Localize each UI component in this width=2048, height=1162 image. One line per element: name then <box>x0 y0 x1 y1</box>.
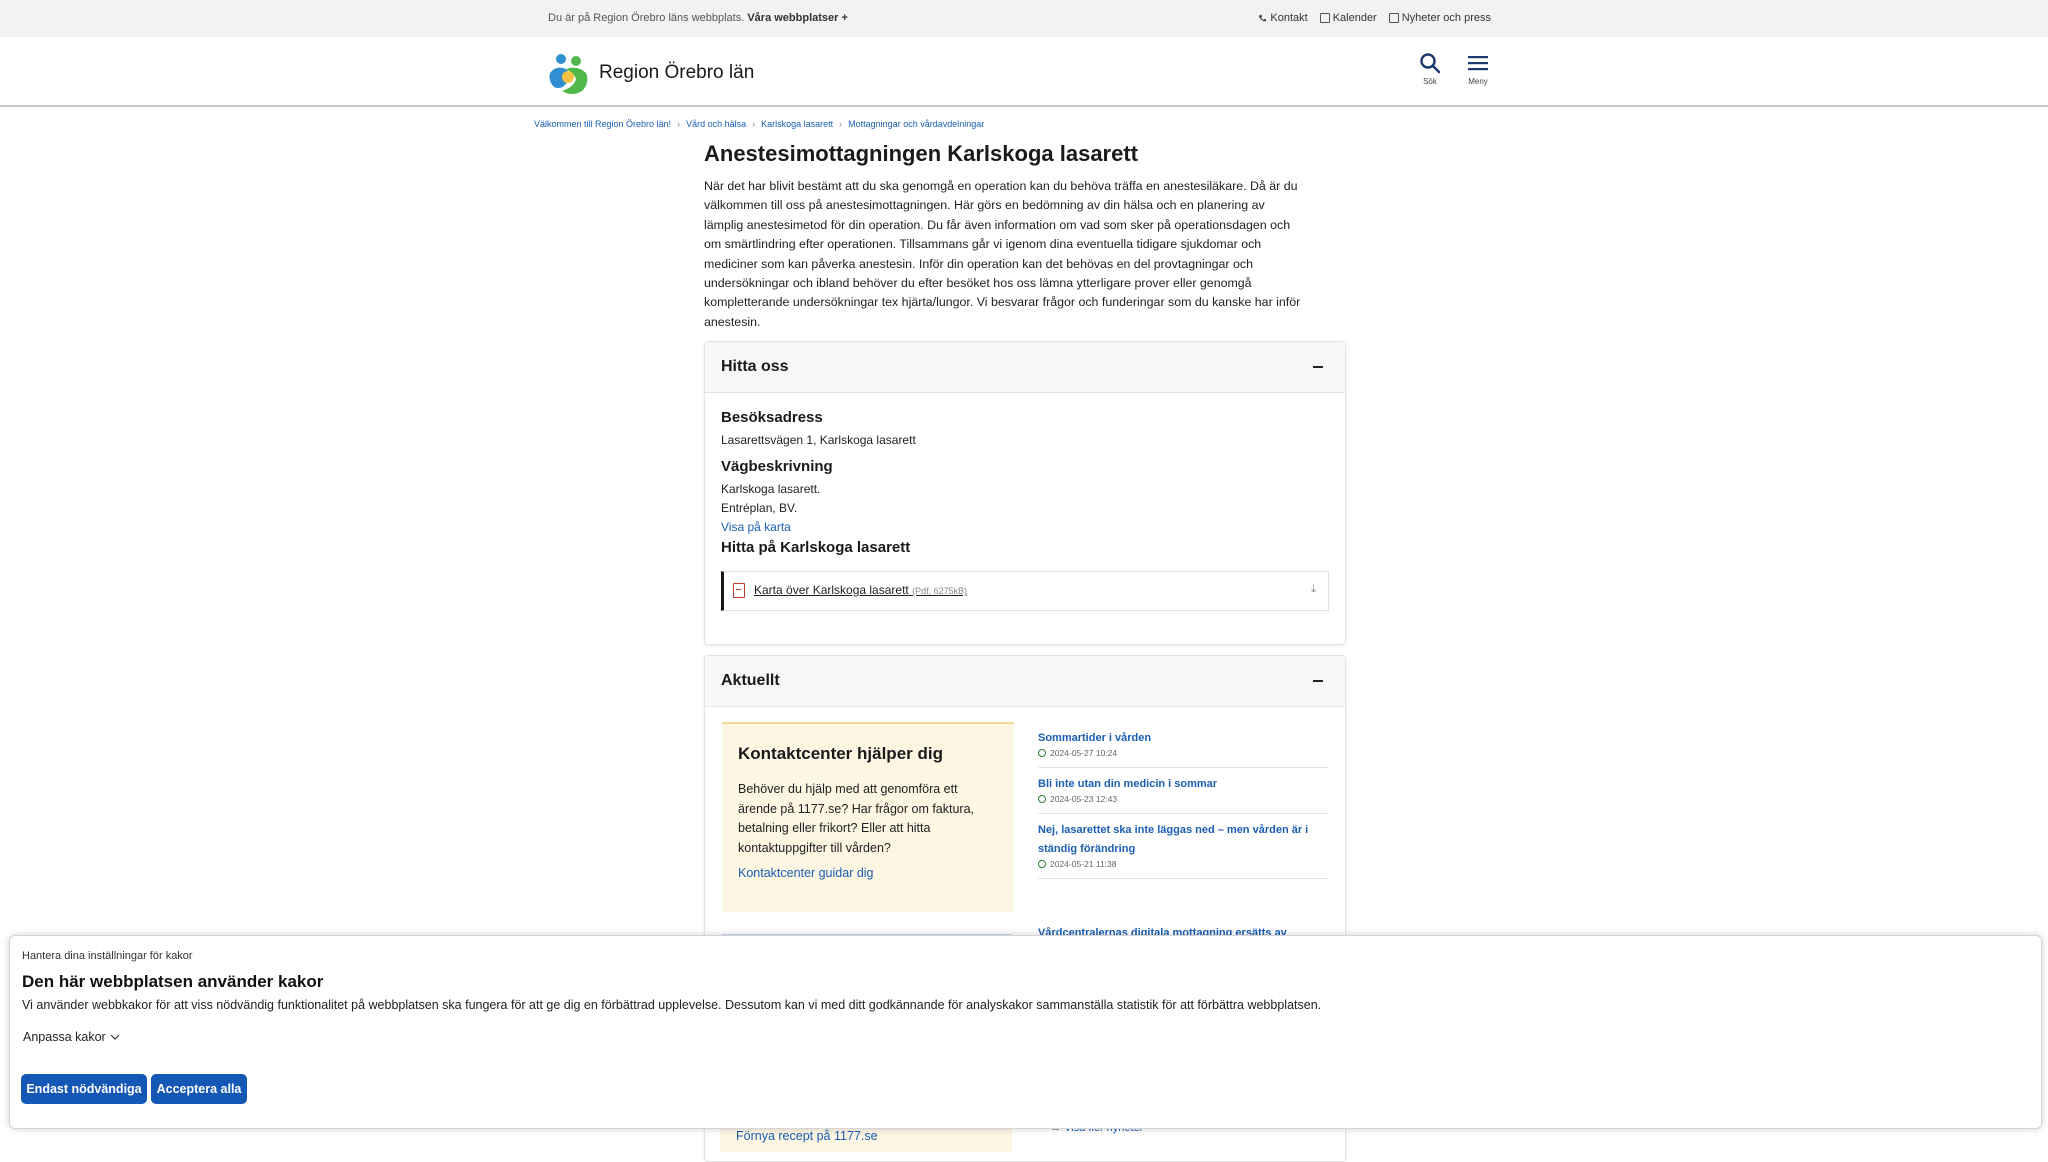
find-us-panel: Hitta oss Besöksadress Lasarettsvägen 1,… <box>704 341 1346 645</box>
breadcrumb-separator: › <box>677 119 681 129</box>
chevron-down-icon <box>110 1034 120 1040</box>
directions-heading: Vägbeskrivning <box>721 458 833 475</box>
news-press-link[interactable]: Nyheter och press <box>1388 12 1491 24</box>
main-content: Anestesimottagningen Karlskoga lasarett … <box>704 139 1344 332</box>
region-logo-icon[interactable] <box>546 51 592 97</box>
cookie-settings-label: Hantera dina inställningar för kakor <box>22 950 193 962</box>
contact-link[interactable]: Kontakt <box>1258 12 1308 24</box>
pdf-file-icon <box>733 583 745 598</box>
search-icon <box>1420 53 1441 74</box>
contact-center-text: Behöver du hjälp med att genomföra ett ä… <box>738 782 975 855</box>
search-button[interactable]: Sök <box>1410 52 1450 86</box>
top-bar: Du är på Region Örebro läns webbplats. V… <box>0 0 2048 38</box>
breadcrumb-separator: › <box>752 119 756 129</box>
news-list: Sommartider i vården 2024-05-27 10:24 Bl… <box>1038 722 1328 879</box>
top-links: Kontakt Kalender Nyheter och press <box>1258 12 1491 24</box>
clock-icon <box>1038 860 1046 868</box>
news-link[interactable]: Nej, lasarettet ska inte läggas ned – me… <box>1038 821 1328 859</box>
site-note: Du är på Region Örebro läns webbplats. V… <box>548 12 848 24</box>
hamburger-menu-icon <box>1468 56 1488 71</box>
visit-address: Lasarettsvägen 1, Karlskoga lasarett <box>721 433 916 447</box>
phone-icon <box>1259 14 1267 21</box>
contact-center-link[interactable]: Kontaktcenter guidar dig <box>738 866 874 880</box>
download-icon[interactable]: ⤓ <box>1311 583 1316 596</box>
breadcrumb-home[interactable]: Välkommen till Region Örebro län! <box>534 119 671 129</box>
cookie-title: Den här webbplatsen använder kakor <box>22 972 324 991</box>
page-title: Anestesimottagningen Karlskoga lasarett <box>704 141 1139 166</box>
newspaper-icon <box>1388 13 1399 23</box>
breadcrumb-hospital[interactable]: Karlskoga lasarett <box>761 119 833 129</box>
renew-prescription-link[interactable]: Förnya recept på 1177.se <box>736 1129 878 1143</box>
collapse-icon[interactable] <box>1313 680 1323 682</box>
find-at-hospital-heading: Hitta på Karlskoga lasarett <box>721 539 911 556</box>
menu-button[interactable]: Meny <box>1458 52 1498 86</box>
cookie-description: Vi använder webbkakor för att viss nödvä… <box>22 998 1322 1012</box>
contact-center-box: Kontaktcenter hjälper dig Behöver du hjä… <box>722 722 1014 912</box>
collapse-icon[interactable] <box>1313 366 1323 368</box>
breadcrumb-care[interactable]: Vård och hälsa <box>686 119 746 129</box>
map-document-link[interactable]: Karta över Karlskoga lasarett (Pdf, 6275… <box>721 571 1329 611</box>
clock-icon <box>1038 749 1046 757</box>
news-header[interactable]: Aktuellt <box>705 656 1345 707</box>
visit-address-heading: Besöksadress <box>721 409 823 426</box>
intro-text: När det har blivit bestämt att du ska ge… <box>704 179 1301 329</box>
breadcrumb: Välkommen till Region Örebro län! › Vård… <box>534 119 984 129</box>
clock-icon <box>1038 795 1046 803</box>
show-map-link[interactable]: Visa på karta <box>721 520 791 534</box>
accept-all-button[interactable]: Acceptera alla <box>151 1074 247 1104</box>
contact-center-title: Kontaktcenter hjälper dig <box>738 744 943 763</box>
directions-line: Karlskoga lasarett. <box>721 482 821 496</box>
find-us-body: Besöksadress Lasarettsvägen 1, Karlskoga… <box>705 393 1345 627</box>
calendar-icon <box>1319 13 1330 23</box>
our-sites-link[interactable]: Våra webbplatser + <box>747 12 848 24</box>
breadcrumb-separator: › <box>839 119 843 129</box>
news-item: Sommartider i vården 2024-05-27 10:24 <box>1038 722 1328 768</box>
news-link[interactable]: Sommartider i vården <box>1038 729 1328 748</box>
news-item: Nej, lasarettet ska inte läggas ned – me… <box>1038 814 1328 879</box>
customize-cookies-toggle[interactable]: Anpassa kakor <box>23 1030 120 1044</box>
breadcrumb-clinics[interactable]: Mottagningar och vårdavdelningar <box>848 119 984 129</box>
directions-line: Entréplan, BV. <box>721 501 798 515</box>
find-us-header[interactable]: Hitta oss <box>705 342 1345 393</box>
site-header: Region Örebro län Sök Meny <box>0 37 2048 107</box>
brand-name[interactable]: Region Örebro län <box>599 62 754 84</box>
renew-prescription-box: Förnya recept på 1177.se <box>720 1125 1012 1152</box>
news-item: Bli inte utan din medicin i sommar 2024-… <box>1038 768 1328 814</box>
necessary-only-button[interactable]: Endast nödvändiga <box>21 1074 147 1104</box>
news-link[interactable]: Bli inte utan din medicin i sommar <box>1038 775 1328 794</box>
cookie-banner: Hantera dina inställningar för kakor Den… <box>9 935 2042 1129</box>
calendar-link[interactable]: Kalender <box>1319 12 1377 24</box>
